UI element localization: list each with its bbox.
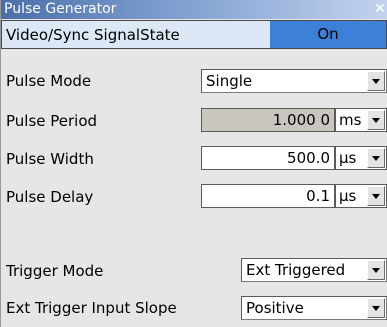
pulse-period-unit-select[interactable]: ms (335, 108, 387, 132)
dialog-title: Pulse Generator (4, 1, 117, 17)
pulse-delay-label: Pulse Delay (6, 188, 94, 206)
pulse-width-unit-select[interactable]: µs (335, 146, 387, 170)
trigger-mode-select[interactable]: Ext Triggered (241, 258, 387, 282)
trigger-mode-value: Ext Triggered (246, 261, 346, 279)
ext-trigger-slope-select[interactable]: Positive (241, 296, 387, 320)
pulse-delay-field[interactable]: 0.1 (201, 184, 335, 208)
pulse-period-unit: ms (339, 111, 362, 129)
pulse-mode-label: Pulse Mode (6, 72, 92, 90)
chevron-down-icon[interactable] (367, 298, 385, 318)
pulse-width-unit: µs (339, 149, 357, 167)
pulse-delay-unit: µs (339, 187, 357, 205)
close-icon[interactable]: ✕ (372, 0, 387, 19)
pulse-delay-value: 0.1 (306, 187, 330, 205)
signal-state-toggle-button[interactable]: On (270, 21, 386, 48)
pulse-width-value: 500.0 (287, 149, 330, 167)
pulse-delay-unit-select[interactable]: µs (335, 184, 387, 208)
ext-trigger-slope-value: Positive (246, 299, 304, 317)
ext-trigger-slope-label: Ext Trigger Input Slope (6, 299, 177, 317)
chevron-down-icon[interactable] (367, 260, 385, 280)
pulse-mode-select[interactable]: Single (201, 69, 387, 93)
chevron-down-icon[interactable] (367, 148, 385, 168)
title-bar: Pulse Generator ✕ (1, 0, 387, 19)
chevron-down-icon[interactable] (367, 186, 385, 206)
pulse-width-label: Pulse Width (6, 150, 94, 168)
chevron-down-icon[interactable] (367, 71, 385, 91)
pulse-period-label: Pulse Period (6, 112, 98, 130)
pulse-generator-dialog: Pulse Generator ✕ Video/Sync SignalState… (0, 0, 387, 327)
chevron-down-icon[interactable] (367, 110, 385, 130)
pulse-mode-value: Single (206, 72, 253, 90)
pulse-period-field: 1.000 0 (201, 108, 335, 132)
pulse-period-value: 1.000 0 (272, 111, 330, 129)
signal-state-label: Video/Sync SignalState (6, 26, 180, 44)
pulse-width-field[interactable]: 500.0 (201, 146, 335, 170)
trigger-mode-label: Trigger Mode (6, 262, 104, 280)
signal-state-row: Video/Sync SignalState On (1, 20, 387, 49)
